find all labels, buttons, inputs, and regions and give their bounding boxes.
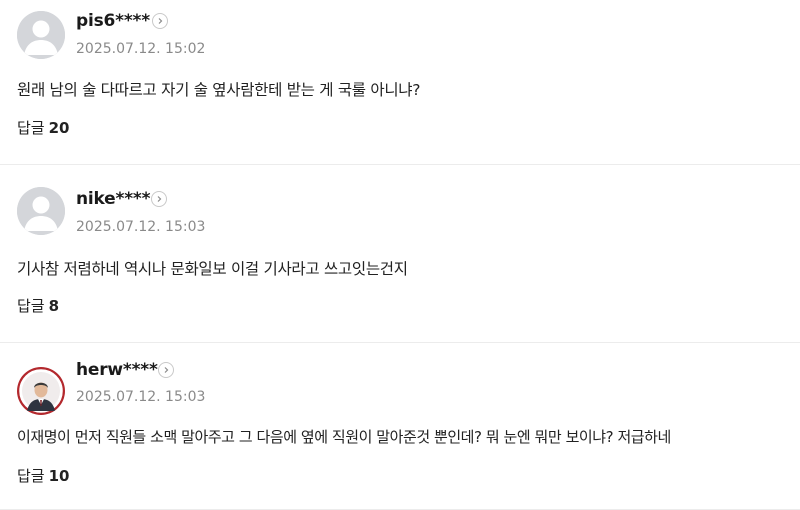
profile-photo	[17, 367, 65, 415]
reply-label: 답글	[17, 119, 45, 137]
comment-text: 기사참 저렴하네 역시나 문화일보 이걸 기사라고 쓰고잇는건지	[17, 260, 408, 278]
comment-item: herw**** 2025.07.12. 15:03 이재명이 먼저 직원들 소…	[0, 343, 800, 510]
comment-item: pis6**** 2025.07.12. 15:02 원래 남의 술 다따르고 …	[0, 0, 800, 165]
reply-count: 10	[48, 467, 70, 485]
chevron-right-icon	[158, 18, 163, 24]
comment-timestamp: 2025.07.12. 15:03	[76, 219, 206, 235]
comment-item: nike**** 2025.07.12. 15:03 기사참 저렴하네 역시나 …	[0, 165, 800, 343]
reply-button[interactable]: 답글 10	[17, 465, 69, 486]
default-avatar[interactable]	[17, 11, 65, 59]
user-more-button[interactable]	[151, 191, 167, 207]
user-more-button[interactable]	[158, 362, 174, 378]
comment-username[interactable]: pis6****	[76, 11, 150, 31]
comment-timestamp: 2025.07.12. 15:03	[76, 389, 206, 405]
reply-label: 답글	[17, 467, 45, 485]
reply-button[interactable]: 답글 20	[17, 117, 69, 138]
comment-username[interactable]: herw****	[76, 360, 158, 380]
reply-count: 8	[48, 297, 60, 315]
person-icon	[17, 11, 65, 59]
chevron-right-icon	[157, 196, 162, 202]
profile-photo-avatar[interactable]	[17, 367, 65, 415]
reply-button[interactable]: 답글 8	[17, 295, 59, 316]
comment-text: 원래 남의 술 다따르고 자기 술 옆사람한테 받는 게 국룰 아니냐?	[17, 81, 421, 99]
person-icon	[17, 187, 65, 235]
comment-username[interactable]: nike****	[76, 189, 150, 209]
default-avatar[interactable]	[17, 187, 65, 235]
chevron-right-icon	[164, 367, 169, 373]
reply-count: 20	[48, 119, 70, 137]
user-more-button[interactable]	[152, 13, 168, 29]
reply-label: 답글	[17, 297, 45, 315]
comment-timestamp: 2025.07.12. 15:02	[76, 41, 206, 57]
comment-text: 이재명이 먼저 직원들 소맥 말아주고 그 다음에 옆에 직원이 말아준것 뿐인…	[17, 428, 671, 446]
